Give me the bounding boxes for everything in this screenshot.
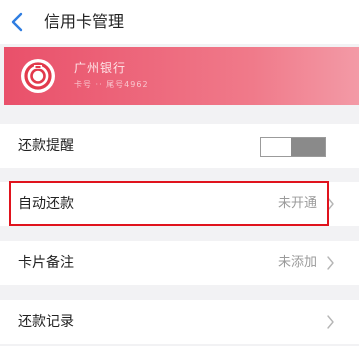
bank-card-banner[interactable]: 广州银行 卡号 ·· 尾号4962 [4, 47, 359, 105]
repay-records-label: 还款记录 [18, 314, 74, 330]
repay-records-row[interactable]: 还款记录 [0, 300, 359, 344]
highlight-box [9, 181, 329, 226]
chevron-left-icon[interactable] [8, 11, 28, 33]
page-title: 信用卡管理 [44, 12, 125, 31]
card-note-label: 卡片备注 [18, 255, 74, 271]
chevron-right-icon [327, 315, 334, 329]
chevron-right-icon [327, 256, 334, 270]
repay-reminder-toggle[interactable] [260, 137, 326, 157]
card-note-row[interactable]: 卡片备注 未添加 [0, 241, 359, 285]
card-number-masked: 卡号 ·· 尾号4962 [74, 80, 149, 89]
repay-reminder-row: 还款提醒 [0, 124, 359, 168]
repay-reminder-label: 还款提醒 [18, 138, 74, 154]
toggle-knob [291, 138, 325, 156]
bank-logo-icon [21, 59, 55, 93]
bank-name: 广州银行 [74, 61, 127, 75]
header-bar: 信用卡管理 [0, 0, 359, 44]
card-note-status: 未添加 [277, 255, 317, 270]
